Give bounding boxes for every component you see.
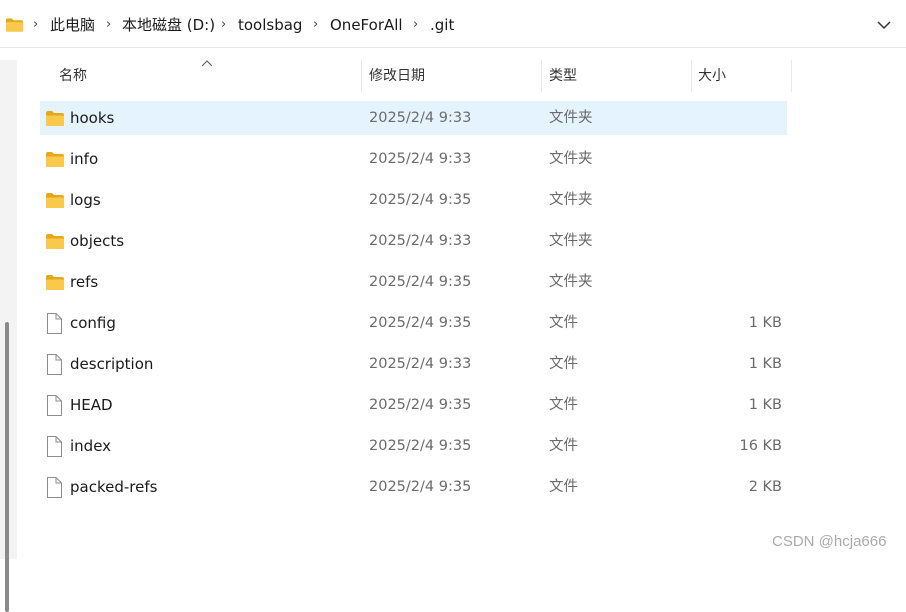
file-type: 文件夹 (549, 110, 593, 126)
scrollbar-thumb[interactable] (5, 322, 9, 612)
file-type: 文件 (549, 438, 578, 454)
column-divider[interactable] (791, 60, 792, 92)
list-item[interactable]: refs 2025/2/4 9:35 文件夹 (40, 265, 787, 299)
column-divider[interactable] (361, 60, 362, 92)
file-type: 文件夹 (549, 151, 593, 167)
breadcrumb-separator[interactable]: › (106, 15, 111, 35)
list-item[interactable]: index 2025/2/4 9:35 文件 16 KB (40, 429, 787, 463)
file-icon (47, 477, 62, 498)
chevron-down-icon[interactable] (876, 18, 892, 32)
column-header-modified[interactable]: 修改日期 (369, 60, 425, 92)
column-divider[interactable] (691, 60, 692, 92)
breadcrumb-separator[interactable]: › (221, 15, 226, 35)
list-item[interactable]: hooks 2025/2/4 9:33 文件夹 (40, 101, 787, 135)
file-icon (47, 313, 62, 334)
file-modified: 2025/2/4 9:35 (369, 479, 472, 495)
file-modified: 2025/2/4 9:33 (369, 110, 472, 126)
file-size (672, 101, 782, 135)
breadcrumb-separator[interactable]: › (413, 15, 418, 35)
file-modified: 2025/2/4 9:35 (369, 397, 472, 413)
list-item[interactable]: logs 2025/2/4 9:35 文件夹 (40, 183, 787, 217)
file-size (672, 265, 782, 299)
file-name: index (70, 437, 112, 455)
folder-icon (46, 275, 64, 290)
list-item[interactable]: info 2025/2/4 9:33 文件夹 (40, 142, 787, 176)
list-item[interactable]: config 2025/2/4 9:35 文件 1 KB (40, 306, 787, 340)
breadcrumb-separator[interactable]: › (313, 15, 318, 35)
breadcrumb-item-local-disk[interactable]: 本地磁盘 (D:) (122, 15, 215, 35)
file-name: info (70, 150, 99, 168)
file-name: HEAD (70, 396, 113, 414)
breadcrumb-item-this-pc[interactable]: 此电脑 (50, 15, 95, 35)
list-item[interactable]: HEAD 2025/2/4 9:35 文件 1 KB (40, 388, 787, 422)
file-name: description (70, 355, 154, 373)
file-size: 16 KB (739, 438, 782, 454)
file-name: logs (70, 191, 101, 209)
file-modified: 2025/2/4 9:35 (369, 438, 472, 454)
file-type: 文件 (549, 315, 578, 331)
folder-icon (46, 111, 64, 126)
column-divider[interactable] (541, 60, 542, 92)
folder-icon (46, 193, 64, 208)
file-type: 文件夹 (549, 192, 593, 208)
file-type: 文件 (549, 397, 578, 413)
file-type: 文件 (549, 479, 578, 495)
file-size: 1 KB (748, 397, 782, 413)
list-item[interactable]: packed-refs 2025/2/4 9:35 文件 2 KB (40, 470, 787, 504)
column-header-name[interactable]: 名称 (59, 60, 87, 92)
file-type: 文件夹 (549, 274, 593, 290)
file-name: hooks (70, 109, 115, 127)
watermark: CSDN @hcja666 (772, 533, 887, 550)
file-size: 1 KB (748, 356, 782, 372)
file-modified: 2025/2/4 9:33 (369, 233, 472, 249)
folder-icon (46, 234, 64, 249)
column-header-row: 名称 修改日期 类型 大小 (40, 60, 800, 92)
breadcrumb-item-oneforall[interactable]: OneForAll (330, 15, 403, 35)
file-size: 2 KB (748, 479, 782, 495)
breadcrumb-separator[interactable]: › (33, 15, 38, 35)
file-type: 文件 (549, 356, 578, 372)
file-icon (47, 436, 62, 457)
file-modified: 2025/2/4 9:35 (369, 315, 472, 331)
column-header-size[interactable]: 大小 (698, 60, 726, 92)
file-size (672, 224, 782, 258)
list-item[interactable]: objects 2025/2/4 9:33 文件夹 (40, 224, 787, 258)
file-modified: 2025/2/4 9:33 (369, 151, 472, 167)
file-size (672, 183, 782, 217)
file-name: config (70, 314, 116, 332)
folder-icon (5, 18, 24, 32)
navigation-pane (0, 60, 17, 612)
list-item[interactable]: description 2025/2/4 9:33 文件 1 KB (40, 347, 787, 381)
column-header-type[interactable]: 类型 (549, 60, 577, 92)
file-modified: 2025/2/4 9:35 (369, 274, 472, 290)
breadcrumb-item-toolsbag[interactable]: toolsbag (238, 15, 302, 35)
breadcrumb-item-git[interactable]: .git (430, 15, 454, 35)
file-modified: 2025/2/4 9:35 (369, 192, 472, 208)
file-size: 1 KB (748, 315, 782, 331)
folder-icon (46, 152, 64, 167)
file-type: 文件夹 (549, 233, 593, 249)
file-modified: 2025/2/4 9:33 (369, 356, 472, 372)
file-size (672, 142, 782, 176)
file-icon (47, 354, 62, 375)
file-name: refs (70, 273, 99, 291)
file-name: packed-refs (70, 478, 158, 496)
file-icon (47, 395, 62, 416)
file-name: objects (70, 232, 125, 250)
address-bar[interactable]: › 此电脑 › 本地磁盘 (D:) › toolsbag › OneForAll… (0, 0, 906, 48)
